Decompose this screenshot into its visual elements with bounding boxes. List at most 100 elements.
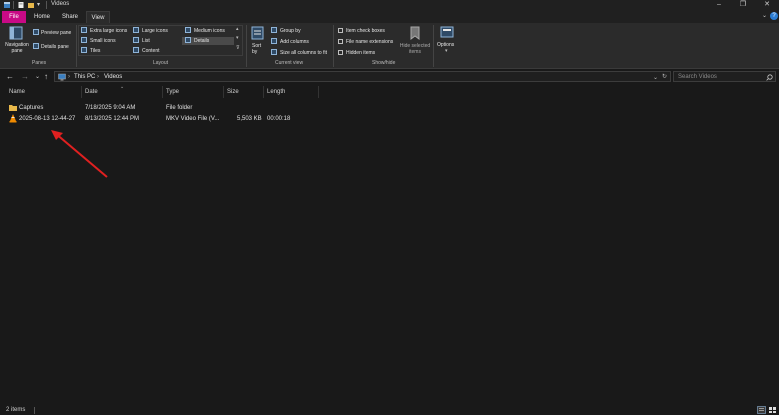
size-all-columns-button[interactable]: Size all columns to fit <box>280 50 327 56</box>
column-header-length[interactable]: Length <box>267 89 285 95</box>
breadcrumb-separator-icon: › <box>97 74 99 80</box>
column-header-size[interactable]: Size <box>227 89 239 95</box>
layout-group-label: Layout <box>153 60 169 66</box>
minimize-button[interactable]: – <box>707 0 731 10</box>
item-check-boxes-checkbox[interactable] <box>338 28 343 33</box>
navigation-pane-icon <box>9 26 23 40</box>
status-divider <box>34 407 35 414</box>
size-columns-icon[interactable] <box>271 49 277 55</box>
item-count: 2 items <box>6 407 26 413</box>
column-divider[interactable] <box>318 86 319 98</box>
file-name-extensions-label: File name extensions <box>346 39 394 45</box>
layout-scroll-up-icon[interactable]: ▴ <box>236 26 239 32</box>
layout-extra-large-icons[interactable]: Extra large icons <box>90 28 127 34</box>
annotation-arrow-icon <box>51 130 108 178</box>
properties-icon[interactable] <box>17 1 25 9</box>
breadcrumb-this-pc[interactable]: This PC <box>74 74 95 80</box>
explorer-icon[interactable] <box>3 1 11 9</box>
back-icon[interactable]: ← <box>6 72 14 81</box>
small-icons-icon[interactable] <box>81 37 87 43</box>
layout-details[interactable]: Details <box>194 38 209 44</box>
extra-large-icons-icon[interactable] <box>81 27 87 33</box>
options-button[interactable]: Options ▾ <box>436 25 458 57</box>
layout-small-icons[interactable]: Small icons <box>90 38 116 44</box>
layout-content[interactable]: Content <box>142 48 160 54</box>
search-icon[interactable] <box>766 74 773 81</box>
navigation-pane-button[interactable]: Navigation pane <box>4 25 29 57</box>
column-header-date[interactable]: Date <box>85 89 98 95</box>
search-box[interactable]: Search Videos <box>673 71 776 82</box>
collapse-ribbon-icon[interactable]: ⌄ <box>762 12 767 19</box>
search-input[interactable]: Search Videos <box>678 74 717 80</box>
new-folder-icon[interactable] <box>27 1 35 9</box>
column-divider[interactable] <box>162 86 163 98</box>
up-icon[interactable]: ↑ <box>44 72 48 81</box>
layout-tiles[interactable]: Tiles <box>90 48 100 54</box>
address-bar[interactable]: › This PC › Videos ⌄ ↻ <box>54 71 671 82</box>
breadcrumb-separator-icon: › <box>68 74 70 80</box>
column-header-name[interactable]: Name <box>9 89 25 95</box>
show-hide-group-label: Show/hide <box>372 60 396 66</box>
details-pane-icon[interactable] <box>33 43 39 49</box>
hide-selected-items-button[interactable]: Hide selected items <box>398 25 432 57</box>
large-icons-view-icon[interactable] <box>768 406 777 414</box>
column-divider[interactable] <box>81 86 82 98</box>
breadcrumb-videos[interactable]: Videos <box>104 74 122 80</box>
forward-icon[interactable]: → <box>21 72 29 81</box>
group-by-button[interactable]: Group by <box>280 28 301 34</box>
sort-by-button[interactable]: Sort by <box>250 25 266 57</box>
address-dropdown-icon[interactable]: ⌄ <box>653 74 658 81</box>
hidden-items-label: Hidden items <box>346 50 376 56</box>
help-icon[interactable]: ? <box>770 12 778 20</box>
details-icon[interactable] <box>185 37 191 43</box>
content-icon[interactable] <box>133 47 139 53</box>
refresh-icon[interactable]: ↻ <box>662 73 667 80</box>
close-button[interactable]: ✕ <box>755 0 779 10</box>
layout-large-icons[interactable]: Large icons <box>142 28 168 34</box>
file-name-extensions-checkbox[interactable] <box>338 39 343 44</box>
maximize-button[interactable]: ❐ <box>731 0 755 10</box>
column-divider[interactable] <box>263 86 264 98</box>
layout-list[interactable]: List <box>142 38 150 44</box>
vlc-cone-icon <box>9 114 17 123</box>
preview-pane-button[interactable]: Preview pane <box>41 30 71 36</box>
folder-icon <box>9 105 17 111</box>
quick-access-dropdown-icon[interactable]: ▾ <box>37 1 45 9</box>
tab-home[interactable]: Home <box>30 11 54 23</box>
tab-view[interactable]: View <box>86 11 110 23</box>
list-icon[interactable] <box>133 37 139 43</box>
tab-file[interactable]: File <box>2 11 26 23</box>
preview-pane-icon[interactable] <box>33 29 39 35</box>
this-pc-icon <box>58 73 66 81</box>
recent-locations-icon[interactable]: ⌄ <box>35 73 40 80</box>
file-row[interactable]: 2025-08-13 12-44-27 8/13/2025 12:44 PM M… <box>6 114 296 124</box>
medium-icons-icon[interactable] <box>185 27 191 33</box>
layout-scroll-down-icon[interactable]: ▾ <box>236 35 239 41</box>
add-columns-button[interactable]: Add columns <box>280 39 309 45</box>
column-header-type[interactable]: Type <box>166 89 179 95</box>
large-icons-icon[interactable] <box>133 27 139 33</box>
hidden-items-checkbox[interactable] <box>338 50 343 55</box>
layout-more-icon[interactable]: ⊽ <box>236 45 240 51</box>
window-title: Videos <box>51 1 70 7</box>
file-name: Captures <box>19 105 44 111</box>
add-columns-icon[interactable] <box>271 38 277 44</box>
details-pane-button[interactable]: Details pane <box>41 44 69 50</box>
item-check-boxes-label: Item check boxes <box>346 28 385 34</box>
title-divider <box>13 1 14 9</box>
tiles-icon[interactable] <box>81 47 87 53</box>
ribbon-tabs: File Home Share View ⌄ ? <box>0 10 779 23</box>
column-divider[interactable] <box>223 86 224 98</box>
layout-medium-icons[interactable]: Medium icons <box>194 28 225 34</box>
hide-selected-items-icon <box>410 26 420 40</box>
file-row[interactable]: Captures 7/18/2025 9:04 AM File folder <box>6 103 296 113</box>
file-length: 00:00:18 <box>267 116 291 122</box>
ribbon-separator <box>333 25 334 67</box>
status-bar: 2 items <box>0 405 779 415</box>
file-date: 7/18/2025 9:04 AM <box>85 105 136 111</box>
sort-indicator-icon: ⌄ <box>120 84 125 90</box>
group-by-icon[interactable] <box>271 27 277 33</box>
tab-share[interactable]: Share <box>58 11 82 23</box>
ribbon-separator <box>246 25 247 67</box>
details-view-icon[interactable] <box>757 406 766 414</box>
